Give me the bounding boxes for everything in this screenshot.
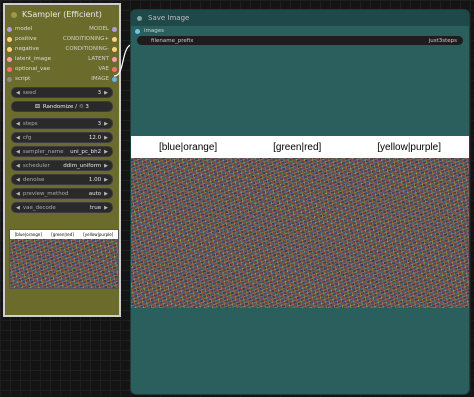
increment-arrow-icon[interactable]: ▶ xyxy=(104,135,108,141)
vae-decode-value: true xyxy=(89,204,102,211)
saved-image-label: [blue|orange] xyxy=(158,141,218,153)
seed-value: 3 xyxy=(97,89,102,96)
input-label-optional-vae: optional_vae xyxy=(15,66,51,72)
decrement-arrow-icon[interactable]: ◀ xyxy=(16,121,20,127)
saved-image-label: [yellow|purple] xyxy=(377,141,442,153)
save-image-title: Save Image xyxy=(148,14,190,22)
save-image-title-bar[interactable]: Save Image xyxy=(131,10,469,26)
ksampler-node[interactable]: KSampler (Efficient) model MODEL positiv… xyxy=(3,3,121,317)
ksampler-title: KSampler (Efficient) xyxy=(22,10,102,19)
decrement-arrow-icon[interactable]: ◀ xyxy=(16,149,20,155)
output-label-model: MODEL xyxy=(89,26,109,32)
steps-widget[interactable]: ◀ steps 3 ▶ xyxy=(11,118,113,129)
io-row-model: model MODEL xyxy=(5,24,119,34)
filename-prefix-label: filename_prefix xyxy=(151,37,194,44)
cfg-widget[interactable]: ◀ cfg 12.0 ▶ xyxy=(11,132,113,143)
output-label-positive: CONDITIONING+ xyxy=(62,36,109,42)
vae-decode-widget[interactable]: ◀ vae_decode true ▶ xyxy=(11,202,113,213)
output-label-vae: VAE xyxy=(98,66,109,72)
steps-value: 3 xyxy=(97,120,102,127)
randomize-button[interactable]: ⚄ Randomize / ♲ 3 xyxy=(11,101,113,112)
input-label-model: model xyxy=(15,26,33,32)
images-input-label: images xyxy=(144,28,164,34)
seed-widget[interactable]: ◀ seed 3 ▶ xyxy=(11,87,113,98)
increment-arrow-icon[interactable]: ▶ xyxy=(104,177,108,183)
ksampler-preview-image: [blue|orange] [green|red] [yellow|purple… xyxy=(9,229,119,289)
vae-decode-label: vae_decode xyxy=(22,204,56,211)
io-row-negative: negative CONDITIONING- xyxy=(5,44,119,54)
input-slot-negative[interactable] xyxy=(7,46,12,52)
decrement-arrow-icon[interactable]: ◀ xyxy=(16,205,20,211)
ksampler-title-bar[interactable]: KSampler (Efficient) xyxy=(5,5,119,24)
cfg-value: 12.0 xyxy=(88,134,102,141)
input-slot-latent-image[interactable] xyxy=(7,56,12,62)
io-row-script: script IMAGE xyxy=(5,74,119,84)
increment-arrow-icon[interactable]: ▶ xyxy=(104,149,108,155)
collapse-dot-icon[interactable] xyxy=(137,15,142,21)
input-slot-model[interactable] xyxy=(7,26,12,32)
io-row-positive: positive CONDITIONING+ xyxy=(5,34,119,44)
saved-image-label-strip: [blue|orange] [green|red] [yellow|purple… xyxy=(131,136,469,158)
preview-noise-image xyxy=(10,239,118,288)
preview-label: [yellow|purple] xyxy=(83,232,114,237)
input-label-positive: positive xyxy=(15,36,37,42)
increment-arrow-icon[interactable]: ▶ xyxy=(104,191,108,197)
preview-method-label: preview_method xyxy=(22,190,69,197)
saved-image-label: [green|red] xyxy=(273,141,322,153)
input-slot-optional-vae[interactable] xyxy=(7,66,12,72)
output-label-negative: CONDITIONING- xyxy=(65,46,109,52)
cfg-label: cfg xyxy=(22,134,32,141)
denoise-widget[interactable]: ◀ denoise 1.00 ▶ xyxy=(11,174,113,185)
scheduler-value: ddim_uniform xyxy=(63,162,102,169)
input-slot-script[interactable] xyxy=(7,76,12,82)
output-label-latent: LATENT xyxy=(88,56,109,62)
preview-label: [green|red] xyxy=(51,232,74,237)
denoise-value: 1.00 xyxy=(88,176,102,183)
increment-arrow-icon[interactable]: ▶ xyxy=(104,90,108,96)
input-label-latent-image: latent_image xyxy=(15,56,51,62)
scheduler-label: scheduler xyxy=(22,162,50,169)
filename-prefix-value: just3steps xyxy=(428,37,457,44)
preview-method-widget[interactable]: ◀ preview_method auto ▶ xyxy=(11,188,113,199)
input-label-negative: negative xyxy=(15,46,40,52)
filename-prefix-field[interactable]: filename_prefix just3steps xyxy=(137,36,463,45)
collapse-dot-icon[interactable] xyxy=(11,11,17,18)
saved-image-preview: [blue|orange] [green|red] [yellow|purple… xyxy=(131,136,469,308)
output-slot-model[interactable] xyxy=(112,26,117,32)
sampler-name-widget[interactable]: ◀ sampler_name uni_pc_bh2 ▶ xyxy=(11,146,113,157)
dice-icon: ⚄ xyxy=(35,103,40,110)
randomize-label: Randomize / ♲ 3 xyxy=(42,103,89,110)
preview-method-value: auto xyxy=(88,190,102,197)
decrement-arrow-icon[interactable]: ◀ xyxy=(16,191,20,197)
decrement-arrow-icon[interactable]: ◀ xyxy=(16,177,20,183)
scheduler-widget[interactable]: ◀ scheduler ddim_uniform ▶ xyxy=(11,160,113,171)
input-slot-images[interactable] xyxy=(135,28,140,34)
seed-label: seed xyxy=(22,89,36,96)
denoise-label: denoise xyxy=(22,176,45,183)
images-input-row: images xyxy=(131,26,469,36)
saved-noise-image xyxy=(131,158,469,308)
steps-label: steps xyxy=(22,120,38,127)
increment-arrow-icon[interactable]: ▶ xyxy=(104,163,108,169)
decrement-arrow-icon[interactable]: ◀ xyxy=(16,163,20,169)
output-label-image: IMAGE xyxy=(91,76,109,82)
save-image-node[interactable]: Save Image images filename_prefix just3s… xyxy=(130,9,470,395)
decrement-arrow-icon[interactable]: ◀ xyxy=(16,135,20,141)
input-label-script: script xyxy=(15,76,31,82)
preview-label-strip: [blue|orange] [green|red] [yellow|purple… xyxy=(10,230,118,239)
increment-arrow-icon[interactable]: ▶ xyxy=(104,121,108,127)
sampler-name-value: uni_pc_bh2 xyxy=(70,148,102,155)
io-row-vae: optional_vae VAE xyxy=(5,64,119,74)
sampler-name-label: sampler_name xyxy=(22,148,64,155)
increment-arrow-icon[interactable]: ▶ xyxy=(104,205,108,211)
preview-label: [blue|orange] xyxy=(14,232,42,237)
io-row-latent: latent_image LATENT xyxy=(5,54,119,64)
decrement-arrow-icon[interactable]: ◀ xyxy=(16,90,20,96)
input-slot-positive[interactable] xyxy=(7,36,12,42)
